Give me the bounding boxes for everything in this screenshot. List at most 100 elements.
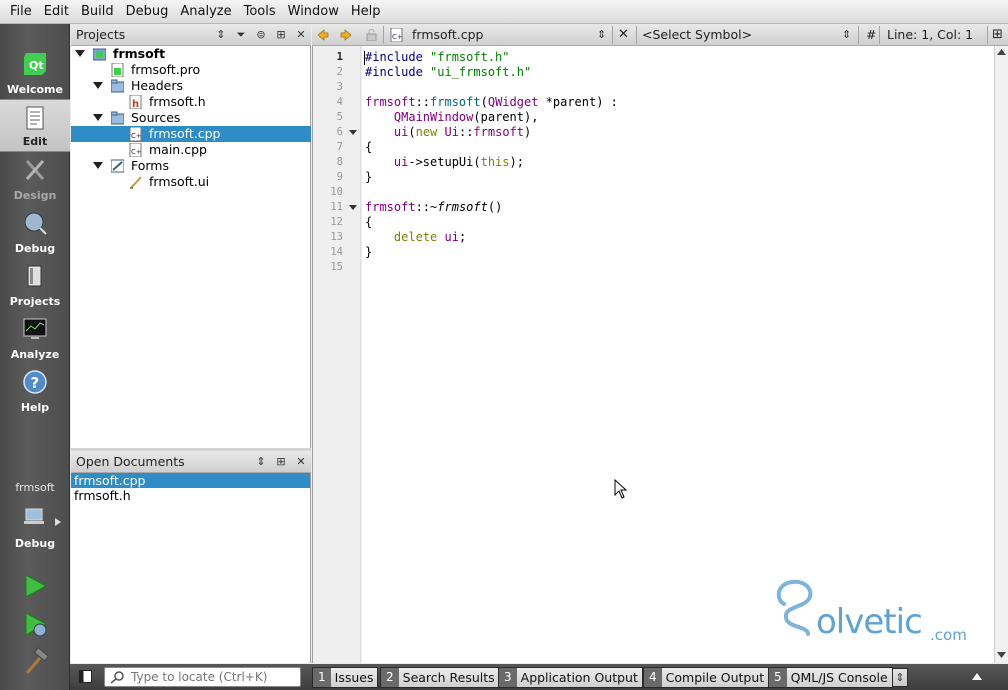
- expand-arrow-icon[interactable]: [93, 82, 103, 89]
- menu-build[interactable]: Build: [75, 1, 120, 23]
- mode-selector: Qt Welcome Edit Design Debug Projects An…: [0, 24, 70, 690]
- run-icon[interactable]: [18, 570, 52, 602]
- open-document-item[interactable]: frmsoft.cpp: [71, 473, 310, 488]
- code-line: frmsoft::~frmsoft(): [365, 200, 503, 214]
- build-hammer-icon[interactable]: [18, 646, 52, 678]
- split-icon[interactable]: ⊞: [271, 24, 291, 46]
- output-pane-search-results[interactable]: 2 Search Results: [380, 667, 500, 688]
- up-down-arrows-icon[interactable]: ⇕: [597, 24, 606, 46]
- projects-view-selector[interactable]: Projects: [71, 27, 211, 42]
- tree-item-file[interactable]: C++ frmsoft.cpp: [71, 126, 311, 142]
- mode-edit[interactable]: Edit: [0, 99, 70, 152]
- code-line: delete ui;: [393, 230, 467, 244]
- menu-bar: File Edit Build Debug Analyze Tools Wind…: [0, 0, 1008, 24]
- line-number: 6: [336, 126, 343, 138]
- menu-tools[interactable]: Tools: [238, 1, 282, 23]
- projects-icon: [27, 265, 42, 287]
- output-pane-compile-output[interactable]: 4 Compile Output: [643, 667, 770, 688]
- expand-arrow-icon[interactable]: [93, 114, 103, 121]
- qt-logo-icon: Qt: [24, 53, 46, 75]
- line-number-gutter[interactable]: 1 2 3 4 5 6 7 8 9 10 11 12 13 14 15: [312, 46, 361, 663]
- cpp-file-icon: C++: [390, 28, 403, 42]
- svg-text:h: h: [132, 99, 139, 109]
- tree-item-file[interactable]: C++ main.cpp: [71, 142, 311, 158]
- line-number: 9: [336, 171, 343, 183]
- expand-arrow-icon[interactable]: [75, 50, 85, 57]
- close-icon[interactable]: ✕: [291, 24, 311, 46]
- open-document-item[interactable]: frmsoft.h: [71, 488, 310, 503]
- menu-edit[interactable]: Edit: [38, 1, 75, 23]
- menu-window[interactable]: Window: [282, 1, 345, 23]
- line-number: 12: [330, 216, 343, 228]
- computer-icon: [24, 508, 44, 524]
- start-debugging-icon[interactable]: [18, 608, 52, 640]
- scroll-up-icon[interactable]: [997, 49, 1006, 55]
- editor-toolbar: C++ frmsoft.cpp ⇕ ✕ <Select Symbol> ⇕ # …: [312, 24, 1008, 46]
- split-icon[interactable]: ⊞: [992, 24, 1003, 46]
- filter-icon[interactable]: ⏷: [231, 24, 251, 46]
- svg-text:C++: C++: [131, 132, 142, 140]
- code-line: }: [365, 245, 373, 259]
- tree-item-file[interactable]: frmsoft.ui: [71, 174, 311, 190]
- more-panes-button[interactable]: ⇕: [892, 668, 908, 687]
- mode-design[interactable]: Design: [0, 152, 70, 205]
- close-icon[interactable]: ✕: [291, 451, 311, 473]
- svg-text:C++: C++: [131, 148, 142, 156]
- debug-bug-icon: [24, 212, 47, 235]
- open-documents-view-selector[interactable]: Open Documents: [71, 454, 251, 469]
- document-selector[interactable]: frmsoft.cpp: [412, 24, 602, 46]
- line-number: 4: [336, 96, 343, 108]
- mode-projects[interactable]: Projects: [0, 258, 70, 311]
- tree-item-folder[interactable]: Sources: [71, 110, 311, 126]
- menu-debug[interactable]: Debug: [120, 1, 175, 23]
- line-number: 8: [336, 156, 343, 168]
- mode-analyze[interactable]: Analyze: [0, 311, 70, 364]
- line-number: 14: [330, 246, 343, 258]
- menu-analyze[interactable]: Analyze: [174, 1, 237, 23]
- ui-form-file-icon: [130, 176, 142, 189]
- menu-file[interactable]: File: [4, 1, 38, 23]
- output-pane-application-output[interactable]: 3 Application Output: [498, 667, 643, 688]
- split-icon[interactable]: ⊞: [271, 451, 291, 473]
- output-pane-issues[interactable]: 1 Issues: [312, 667, 379, 688]
- code-line: #include "ui_frmsoft.h": [365, 65, 532, 79]
- show-output-pane-icon[interactable]: [972, 673, 982, 680]
- tree-item-project[interactable]: frmsoft: [71, 46, 311, 62]
- mode-welcome[interactable]: Qt Welcome: [0, 46, 70, 99]
- search-icon: [110, 671, 124, 684]
- tree-item-folder[interactable]: Headers: [71, 78, 311, 94]
- qt-project-icon: [93, 48, 106, 61]
- mode-help[interactable]: ? Help: [0, 364, 70, 417]
- up-down-arrows-icon[interactable]: ⇕: [211, 24, 231, 46]
- cursor-position[interactable]: Line: 1, Col: 1: [887, 24, 973, 46]
- tree-item-folder[interactable]: Forms: [71, 158, 311, 174]
- up-down-arrows-icon[interactable]: ⇕: [251, 451, 271, 473]
- go-forward-icon[interactable]: [340, 29, 352, 41]
- mode-debug[interactable]: Debug: [0, 205, 70, 258]
- svg-text:Qt: Qt: [29, 59, 44, 72]
- code-editor[interactable]: #include "frmsoft.h" #include "ui_frmsof…: [362, 46, 994, 663]
- lock-icon: [366, 29, 377, 41]
- fold-marker-icon[interactable]: [349, 205, 357, 210]
- cpp-file-icon: C++: [129, 143, 142, 157]
- go-back-icon[interactable]: [317, 29, 329, 41]
- menu-help[interactable]: Help: [345, 1, 387, 23]
- text-caret: [364, 51, 365, 65]
- code-line: }: [365, 170, 373, 184]
- up-down-arrows-icon[interactable]: ⇕: [842, 24, 851, 46]
- locator-input[interactable]: Type to locate (Ctrl+K): [104, 667, 301, 687]
- close-document-icon[interactable]: ✕: [618, 24, 629, 46]
- link-sync-icon[interactable]: ⊜: [251, 24, 271, 46]
- fold-marker-icon[interactable]: [349, 130, 357, 135]
- folder-icon: [111, 111, 124, 125]
- kit-selector-button[interactable]: Debug: [0, 500, 70, 552]
- symbol-selector[interactable]: <Select Symbol>: [642, 24, 842, 46]
- toggle-sidebar-icon[interactable]: [79, 670, 92, 683]
- scroll-down-icon[interactable]: [997, 652, 1006, 658]
- tree-item-file[interactable]: h frmsoft.h: [71, 94, 311, 110]
- tree-item-file[interactable]: frmsoft.pro: [71, 62, 311, 78]
- code-line: #include "frmsoft.h": [365, 50, 510, 64]
- expand-arrow-icon[interactable]: [93, 162, 103, 169]
- output-pane-qml-console[interactable]: 5 QML/JS Console: [768, 667, 893, 688]
- vertical-scrollbar[interactable]: [994, 46, 1008, 663]
